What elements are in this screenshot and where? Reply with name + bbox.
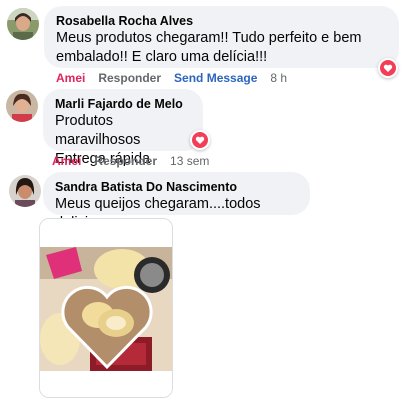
like-button[interactable]: Amei: [56, 71, 85, 85]
comment-author[interactable]: Marli Fajardo de Melo: [55, 96, 191, 112]
comment-photo[interactable]: [39, 218, 173, 398]
heart-reaction-icon[interactable]: [378, 58, 398, 78]
cheese-package-photo: [40, 219, 172, 397]
avatar[interactable]: [7, 8, 39, 40]
heart-reaction-icon[interactable]: [190, 130, 210, 150]
comment-bubble: Marli Fajardo de Melo Produtos maravilho…: [43, 89, 203, 167]
comment-text-line: Produtos maravilhosos: [55, 113, 141, 148]
like-button[interactable]: Amei: [52, 154, 81, 168]
timestamp[interactable]: 8 h: [270, 71, 287, 85]
comment-author[interactable]: Rosabella Rocha Alves: [56, 13, 387, 29]
comment-bubble: Sandra Batista Do Nascimento Meus queijo…: [43, 172, 310, 231]
avatar[interactable]: [9, 175, 41, 207]
avatar[interactable]: [6, 90, 38, 122]
timestamp[interactable]: 13 sem: [170, 154, 209, 168]
reply-button[interactable]: Responder: [94, 154, 157, 168]
comment-text-line: embalado!! E claro uma delícia!!!: [56, 49, 268, 65]
send-message-button[interactable]: Send Message: [174, 71, 257, 85]
comment-actions: Amei Responder Send Message 8 h: [56, 71, 287, 85]
comment-text-line: Meus produtos chegaram!! Tudo perfeito e…: [56, 30, 362, 46]
comment-bubble: Rosabella Rocha Alves Meus produtos cheg…: [44, 6, 399, 68]
reply-button[interactable]: Responder: [98, 71, 161, 85]
comment-actions: Amei Responder 13 sem: [52, 154, 209, 168]
comment-author[interactable]: Sandra Batista Do Nascimento: [55, 179, 298, 195]
